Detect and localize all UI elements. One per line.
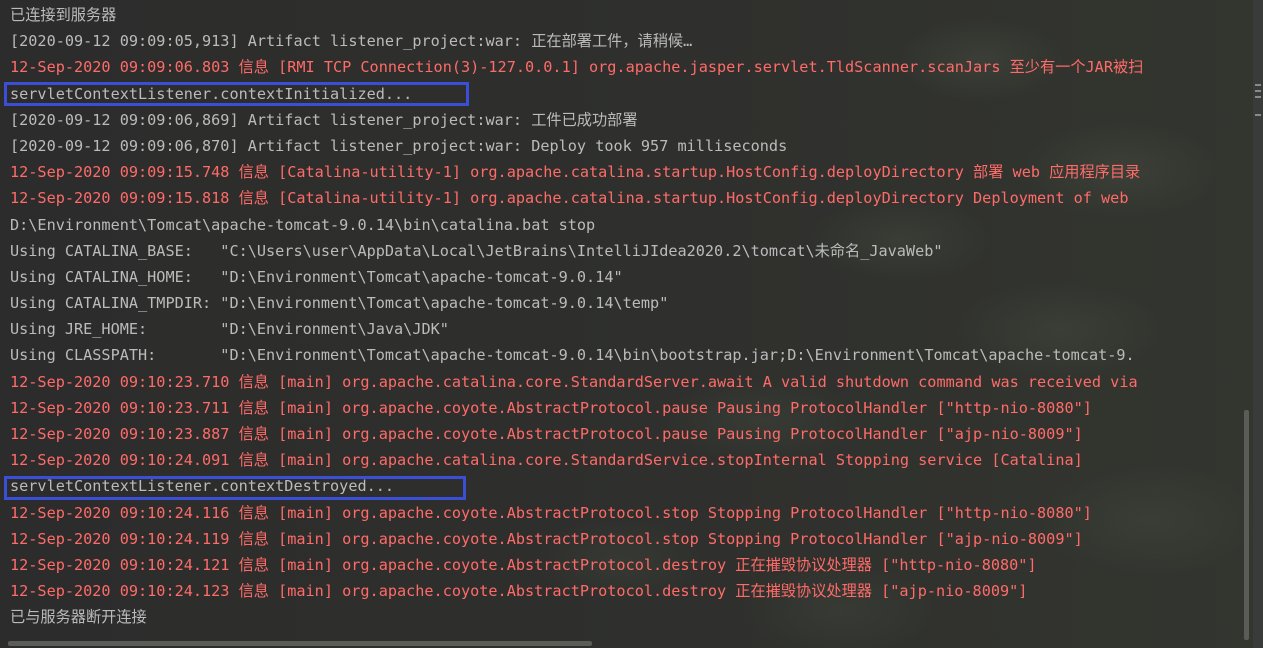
console-line: 12-Sep-2020 09:10:23.710 信息 [main] org.a… — [10, 372, 1138, 391]
console-line: 12-Sep-2020 09:10:24.121 信息 [main] org.a… — [10, 555, 1037, 574]
console-line: 12-Sep-2020 09:10:23.711 信息 [main] org.a… — [10, 398, 1092, 417]
console-line: [2020-09-12 09:09:06,870] Artifact liste… — [10, 136, 788, 155]
console-line: [2020-09-12 09:09:05,913] Artifact liste… — [10, 32, 693, 51]
gutter-marker — [1255, 96, 1261, 98]
console-output[interactable]: 已连接到服务器 [2020-09-12 09:09:05,913] Artifa… — [0, 0, 1263, 648]
console-line: 已与服务器断开连接 — [10, 608, 147, 627]
gutter-marker — [1255, 90, 1261, 92]
console-line: 已连接到服务器 — [10, 6, 117, 24]
horizontal-scrollbar[interactable] — [8, 641, 592, 646]
vertical-scrollbar[interactable] — [1244, 410, 1249, 640]
console-line: D:\Environment\Tomcat\apache-tomcat-9.0.… — [10, 215, 596, 234]
console-line: servletContextListener.contextDestroyed.… — [10, 477, 395, 496]
console-line: 12-Sep-2020 09:10:24.116 信息 [main] org.a… — [10, 503, 1092, 522]
console-line: Using CATALINA_BASE: "C:\Users\user\AppD… — [10, 241, 943, 260]
console-line: Using CATALINA_HOME: "D:\Environment\Tom… — [10, 267, 623, 286]
console-line: 12-Sep-2020 09:10:24.091 信息 [main] org.a… — [10, 451, 1083, 470]
console-line: Using CATALINA_TMPDIR: "D:\Environment\T… — [10, 294, 669, 313]
console-line: Using CLASSPATH: "D:\Environment\Tomcat\… — [10, 346, 1135, 365]
console-line: 12-Sep-2020 09:10:24.119 信息 [main] org.a… — [10, 529, 1083, 548]
console-line: 12-Sep-2020 09:09:15.748 信息 [Catalina-ut… — [10, 163, 1141, 182]
console-line: 12-Sep-2020 09:10:24.123 信息 [main] org.a… — [10, 582, 1028, 601]
console-line: servletContextListener.contextInitialize… — [10, 84, 413, 103]
console-line: 12-Sep-2020 09:09:06.803 信息 [RMI TCP Con… — [10, 58, 1144, 77]
gutter-marker — [1255, 114, 1261, 116]
console-line: [2020-09-12 09:09:06,869] Artifact liste… — [10, 110, 638, 129]
console-line: 12-Sep-2020 09:09:15.818 信息 [Catalina-ut… — [10, 189, 1129, 208]
console-line: Using JRE_HOME: "D:\Environment\Java\JDK… — [10, 320, 449, 339]
console-lines: 已连接到服务器 [2020-09-12 09:09:05,913] Artifa… — [10, 2, 1143, 631]
right-gutter — [1253, 0, 1263, 648]
console-line: 12-Sep-2020 09:10:23.887 信息 [main] org.a… — [10, 425, 1083, 443]
gutter-marker — [1255, 84, 1261, 86]
